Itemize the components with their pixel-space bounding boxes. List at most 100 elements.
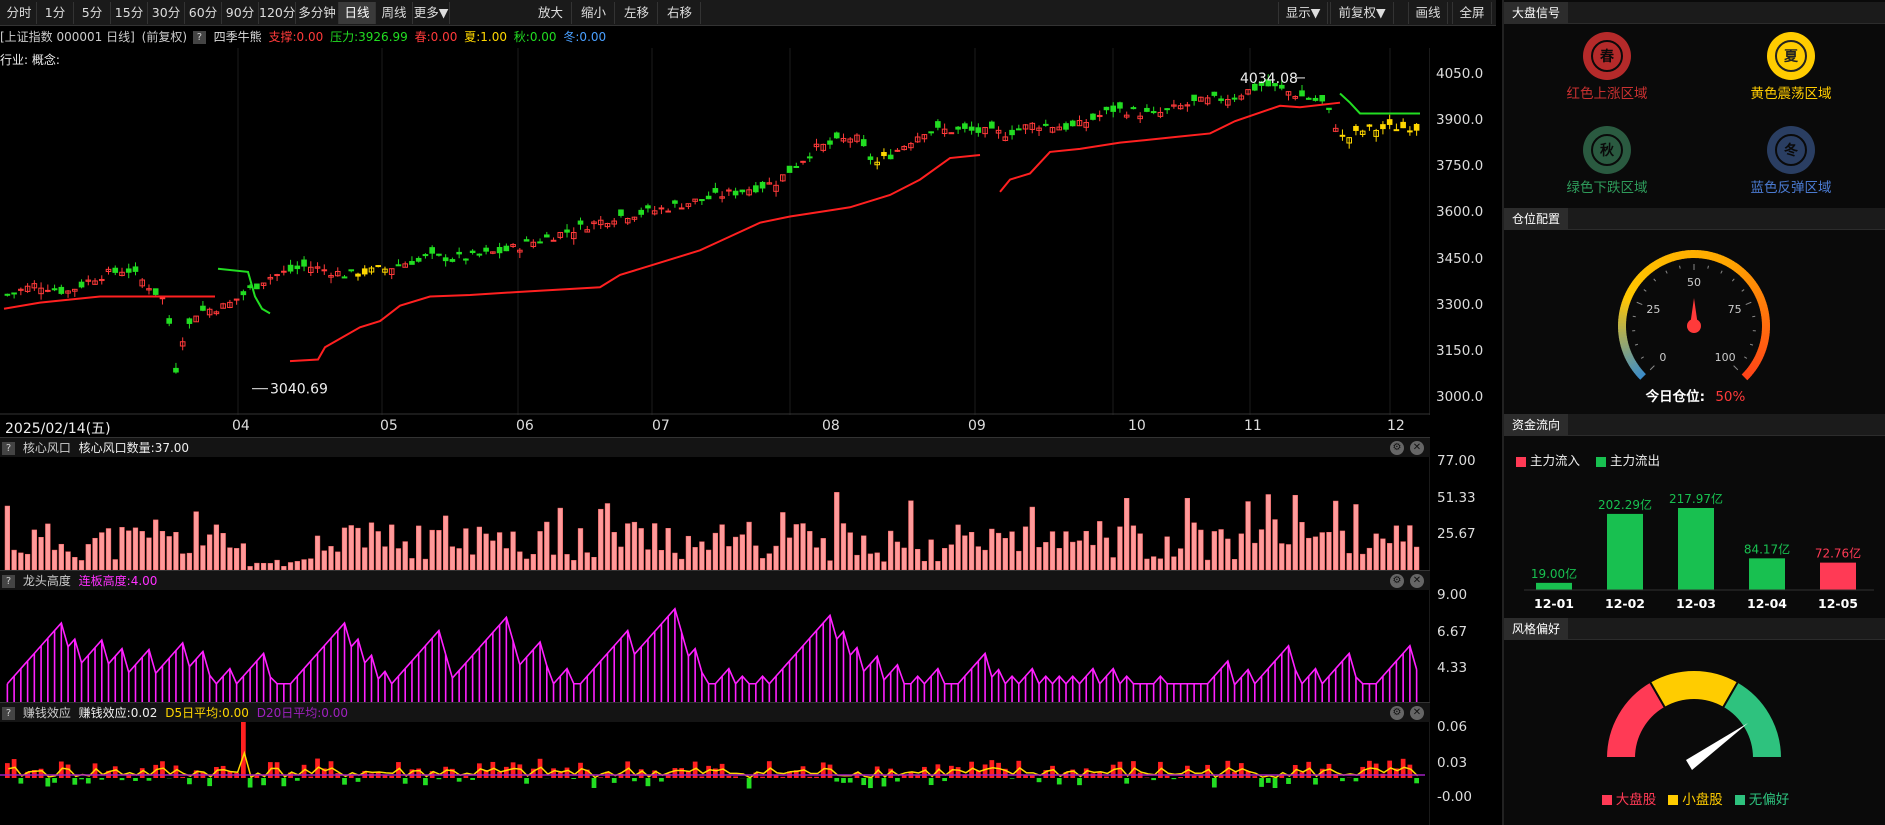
wind-bar: [753, 545, 759, 570]
sub3-chart[interactable]: [0, 722, 1430, 825]
period-button[interactable]: 周线: [376, 2, 413, 24]
wind-bar: [1124, 498, 1130, 570]
wind-bar: [119, 527, 125, 570]
wind-bar: [874, 552, 880, 570]
wind-bar: [975, 546, 981, 570]
candle: [1150, 106, 1157, 115]
candle: [254, 283, 260, 290]
wind-bar: [470, 554, 476, 570]
period-button[interactable]: 60分: [185, 2, 222, 24]
close-icon[interactable]: ✕: [1410, 441, 1424, 455]
candle: [429, 245, 435, 259]
period-button[interactable]: 90分: [222, 2, 259, 24]
candle-body: [1016, 128, 1022, 131]
candle: [645, 203, 651, 213]
wind-bar: [786, 537, 793, 570]
gauge-tick: [1643, 289, 1647, 292]
wind-bar: [510, 531, 516, 570]
wind-bar: [1285, 544, 1292, 570]
candle: [227, 299, 233, 309]
candle-body: [928, 131, 934, 134]
period-button[interactable]: 30分: [148, 2, 185, 24]
wind-bar: [901, 547, 907, 570]
candle: [1069, 119, 1076, 127]
period-button[interactable]: 更多▼: [413, 2, 450, 24]
candle-body: [186, 318, 193, 324]
help-icon[interactable]: ?: [192, 31, 206, 44]
support-value: 支撑:0.00: [268, 30, 324, 44]
period-button[interactable]: 分时: [2, 2, 37, 24]
draw-line-button[interactable]: 画线: [1408, 2, 1448, 24]
zoom-in-button[interactable]: 放大: [530, 2, 572, 24]
candle-body: [577, 220, 584, 225]
sub2-value: 连板高度:4.00: [78, 574, 158, 588]
wind-bar: [1157, 558, 1164, 570]
period-button[interactable]: 120分: [259, 2, 296, 24]
period-button[interactable]: 15分: [111, 2, 148, 24]
close-icon[interactable]: ✕: [1410, 706, 1424, 720]
move-right-button[interactable]: 右移: [659, 2, 701, 24]
gauge-tick-label: 0: [1659, 351, 1666, 364]
candle-body: [658, 207, 665, 210]
sub2-chart[interactable]: [0, 590, 1430, 702]
candle: [38, 282, 44, 300]
settings-gear-icon[interactable]: ⚙: [1390, 441, 1404, 455]
candle: [18, 287, 24, 296]
zoom-out-button[interactable]: 缩小: [573, 2, 615, 24]
wind-bar: [314, 535, 321, 570]
display-menu-button[interactable]: 显示▼: [1278, 2, 1328, 24]
period-button[interactable]: 1分: [37, 2, 74, 24]
effect-bar: [281, 778, 287, 787]
candle-body: [456, 251, 462, 255]
legend-swatch: [1601, 795, 1612, 805]
candle-body: [173, 367, 179, 373]
y-tick-label: 4050.0: [1436, 66, 1484, 82]
effect-bar: [180, 776, 186, 778]
sub3-d20: D20日平均:0.00: [256, 706, 349, 720]
effect-bar: [456, 778, 462, 782]
settings-gear-icon[interactable]: ⚙: [1390, 706, 1404, 720]
wind-bar: [537, 531, 543, 570]
candle-body: [523, 239, 530, 242]
signal-item: 夏黄色震荡区域: [1716, 32, 1866, 102]
help-icon[interactable]: ?: [2, 442, 15, 455]
close-icon[interactable]: ✕: [1410, 574, 1424, 588]
wind-bar: [827, 560, 833, 570]
move-left-button[interactable]: 左移: [616, 2, 658, 24]
fullscreen-button[interactable]: 全屏: [1452, 2, 1492, 24]
candle: [570, 227, 577, 245]
wind-bar: [1326, 532, 1332, 570]
support-line: [999, 101, 1341, 193]
period-button[interactable]: 5分: [74, 2, 111, 24]
adjust-label: (前复权): [141, 30, 188, 44]
period-button[interactable]: 日线: [339, 2, 376, 24]
wind-bar: [85, 544, 91, 570]
candle: [1123, 111, 1130, 120]
wind-bar: [153, 519, 159, 570]
sub1-chart[interactable]: [0, 457, 1430, 570]
wind-bar: [260, 562, 267, 570]
wind-bar: [658, 550, 665, 570]
style-legend-item: 大盘股: [1601, 792, 1656, 808]
gauge-tick: [1707, 265, 1709, 269]
effect-bar: [733, 776, 738, 778]
candle: [813, 138, 820, 151]
candle: [577, 217, 584, 230]
effect-bar: [841, 778, 846, 783]
wind-bar: [550, 554, 557, 570]
adjust-menu-button[interactable]: 前复权▼: [1330, 2, 1394, 24]
main-kline-chart[interactable]: 4034.08 3040.69: [0, 48, 1430, 415]
wind-bar: [1272, 519, 1278, 570]
candle: [692, 198, 698, 205]
candle-body: [274, 274, 280, 277]
candle: [1285, 91, 1292, 101]
sub1-value: 核心风口数量:37.00: [78, 441, 190, 455]
period-button[interactable]: 多分钟: [296, 2, 339, 24]
candle: [894, 148, 901, 152]
wind-bar: [888, 530, 894, 570]
wind-bar: [1231, 559, 1238, 570]
effect-bar: [241, 722, 246, 778]
help-icon[interactable]: ?: [2, 707, 15, 720]
help-icon[interactable]: ?: [2, 575, 15, 588]
settings-gear-icon[interactable]: ⚙: [1390, 574, 1404, 588]
